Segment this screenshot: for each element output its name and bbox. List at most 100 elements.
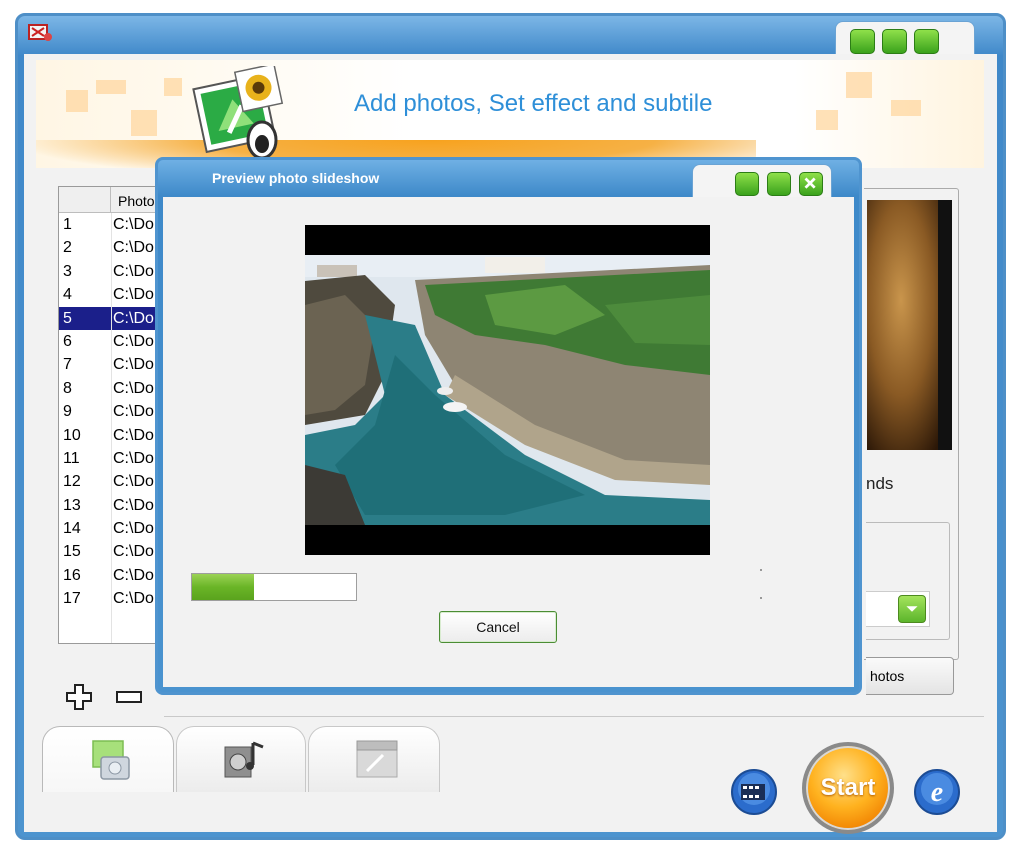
photo-path: C:\Do xyxy=(113,590,154,608)
row-number: 13 xyxy=(63,496,81,514)
list-item[interactable]: 16 C:\Do xyxy=(59,564,167,587)
list-item[interactable]: 14 C:\Do xyxy=(59,517,167,540)
close-button[interactable] xyxy=(914,29,939,54)
add-photo-icon[interactable] xyxy=(64,682,94,712)
photo-path: C:\Do xyxy=(113,426,154,444)
photo-path: C:\Do xyxy=(113,216,154,233)
close-icon xyxy=(804,177,816,189)
list-item[interactable]: 13 C:\Do xyxy=(59,494,167,517)
row-number: 10 xyxy=(63,426,81,444)
tab-output[interactable] xyxy=(308,726,440,792)
row-number: 1 xyxy=(63,216,72,233)
list-item[interactable]: 17 C:\Do xyxy=(59,587,167,610)
photo-path: C:\Do xyxy=(113,332,154,350)
svg-text:e: e xyxy=(931,777,943,808)
photo-path: C:\Do xyxy=(113,356,154,374)
start-label: Start xyxy=(820,774,876,801)
window-controls xyxy=(835,21,975,57)
photo-path: C:\Do xyxy=(113,449,154,467)
photo-path: C:\Do xyxy=(113,473,154,491)
banner-decoration xyxy=(66,90,88,112)
photo-column-header[interactable]: Photo xyxy=(111,187,155,212)
row-number: 16 xyxy=(63,566,81,584)
photo-path: C:\Do xyxy=(113,566,154,584)
list-item[interactable]: 2 C:\Do xyxy=(59,236,167,259)
photo-path: C:\Do xyxy=(113,286,154,304)
banner-decoration xyxy=(816,110,838,130)
row-number: 11 xyxy=(63,449,80,467)
row-number: 3 xyxy=(63,262,72,280)
list-item[interactable]: 8 C:\Do xyxy=(59,377,167,400)
tab-music[interactable] xyxy=(176,726,306,792)
photo-list[interactable]: Photo 1 C:\Do 2 C:\Do 3 C:\Do 4 C:\Do 5 C:\Do 6 C:\… xyxy=(58,186,168,644)
row-number: 4 xyxy=(63,286,72,304)
photo-path: C:\Do xyxy=(113,520,154,538)
photo-path: C:\Do xyxy=(113,403,154,421)
list-item[interactable]: 9 C:\Do xyxy=(59,400,167,423)
duration-label: nds xyxy=(866,474,894,493)
photos-button[interactable]: hotos xyxy=(866,657,954,695)
photo-path: C:\Do xyxy=(113,496,154,514)
photo-logo-icon xyxy=(192,66,284,160)
banner-decoration xyxy=(96,80,126,94)
tab-photos[interactable] xyxy=(42,726,174,792)
dialog-minimize-button[interactable] xyxy=(735,172,759,196)
divider xyxy=(164,716,984,717)
row-number: 5 xyxy=(59,306,111,330)
chevron-down-icon[interactable] xyxy=(898,595,926,623)
photo-thumbnail xyxy=(867,200,952,450)
progress-bar xyxy=(191,573,357,601)
preview-dialog: Preview photo slideshow Cancel xyxy=(155,157,862,695)
photo-path: C:\Do xyxy=(113,239,154,257)
number-column-header[interactable] xyxy=(59,187,111,212)
list-item[interactable]: 4 C:\Do xyxy=(59,283,167,306)
internet-explorer-icon[interactable]: e xyxy=(912,767,962,817)
dialog-decoration xyxy=(760,597,762,599)
dialog-decoration xyxy=(760,569,762,571)
film-icon[interactable] xyxy=(729,767,779,817)
start-button[interactable]: Start xyxy=(802,742,894,834)
list-item[interactable]: 10 C:\Do xyxy=(59,424,167,447)
row-number: 6 xyxy=(63,332,72,350)
list-item[interactable]: 15 C:\Do xyxy=(59,540,167,563)
row-number: 8 xyxy=(63,379,72,397)
list-item[interactable]: 6 C:\Do xyxy=(59,330,167,353)
app-icon xyxy=(28,24,52,41)
minimize-button[interactable] xyxy=(850,29,875,54)
page-title: Add photos, Set effect and subtile xyxy=(354,90,713,117)
title-bar[interactable] xyxy=(18,16,1003,57)
banner-decoration xyxy=(891,100,921,116)
row-number: 14 xyxy=(63,520,81,538)
photo-path: C:\Do xyxy=(113,543,154,561)
header-banner: Add photos, Set effect and subtile xyxy=(36,60,984,168)
dialog-close-button[interactable] xyxy=(799,172,823,196)
list-header: Photo xyxy=(59,187,167,213)
dialog-maximize-button[interactable] xyxy=(767,172,791,196)
maximize-button[interactable] xyxy=(882,29,907,54)
clapboard-icon xyxy=(356,740,398,778)
list-item[interactable]: 12 C:\Do xyxy=(59,470,167,493)
row-number: 17 xyxy=(63,590,81,608)
row-number: 2 xyxy=(63,239,72,257)
list-item[interactable]: 3 C:\Do xyxy=(59,260,167,283)
column-divider xyxy=(111,213,112,643)
row-number: 12 xyxy=(63,473,81,491)
dialog-body: Cancel xyxy=(163,197,854,687)
list-item[interactable]: 1 C:\Do xyxy=(59,213,167,236)
banner-decoration xyxy=(164,78,182,96)
list-item[interactable]: 11 C:\Do xyxy=(59,447,167,470)
photo-icon xyxy=(92,740,130,780)
row-number: 15 xyxy=(63,543,81,561)
row-number: 7 xyxy=(63,356,72,374)
dialog-title: Preview photo slideshow xyxy=(212,170,380,186)
progress-fill xyxy=(192,574,255,600)
list-item[interactable]: 7 C:\Do xyxy=(59,353,167,376)
row-number: 9 xyxy=(63,403,72,421)
slideshow-preview-image xyxy=(305,225,710,555)
list-item[interactable]: 5 C:\Do xyxy=(59,306,167,330)
banner-decoration xyxy=(846,72,872,98)
landscape-photo xyxy=(305,225,710,555)
music-icon xyxy=(224,741,264,778)
cancel-button[interactable]: Cancel xyxy=(439,611,557,643)
remove-photo-icon[interactable] xyxy=(114,682,144,712)
